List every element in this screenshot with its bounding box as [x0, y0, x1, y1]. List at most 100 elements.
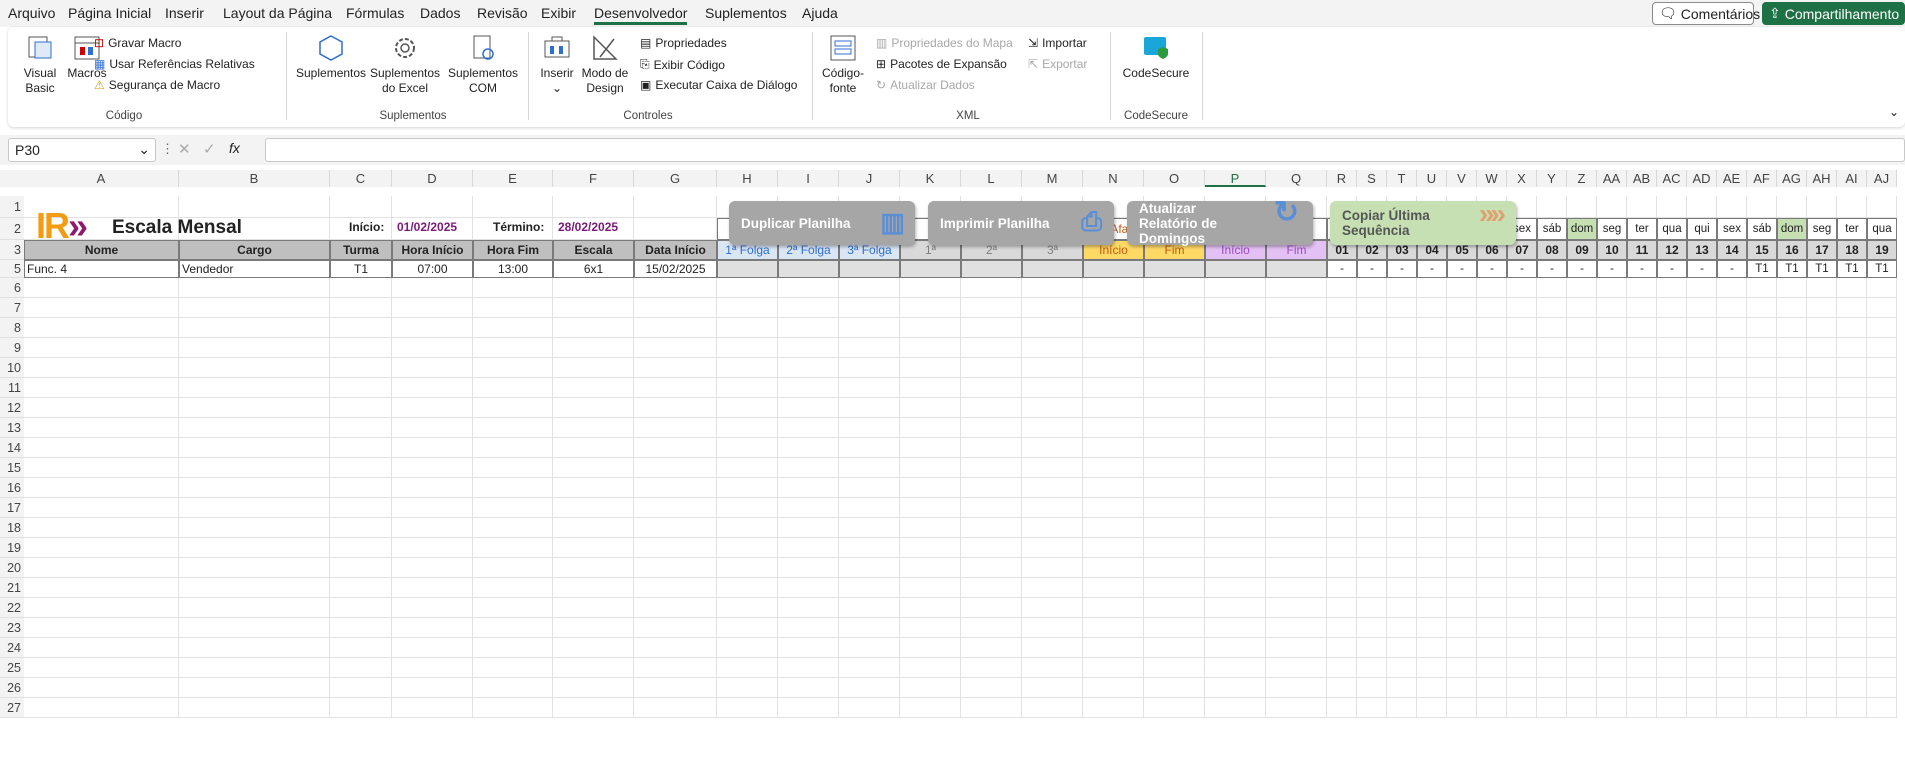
- grid-cell[interactable]: [1537, 318, 1567, 338]
- grid-cell[interactable]: [1387, 698, 1417, 718]
- grid-cell[interactable]: [1567, 638, 1597, 658]
- grid-cell[interactable]: [1657, 318, 1687, 338]
- grid-cell[interactable]: [330, 378, 392, 398]
- grid-cell[interactable]: [1777, 196, 1807, 218]
- day-value-cell[interactable]: -: [1597, 260, 1627, 278]
- grid-cell[interactable]: [1387, 498, 1417, 518]
- pacotes-expansao-button[interactable]: ⊞ Pacotes de Expansão: [876, 57, 1007, 71]
- grid-cell[interactable]: [1083, 318, 1144, 338]
- grid-cell[interactable]: [1507, 438, 1537, 458]
- column-header[interactable]: B: [179, 170, 330, 187]
- grid-cell[interactable]: [1807, 358, 1837, 378]
- grid-cell[interactable]: [1747, 598, 1777, 618]
- grid-cell[interactable]: [839, 578, 900, 598]
- grid-cell[interactable]: [330, 598, 392, 618]
- grid-cell[interactable]: [473, 618, 553, 638]
- grid-cell[interactable]: [1657, 578, 1687, 598]
- grid-cell[interactable]: [1867, 538, 1897, 558]
- grid-cell[interactable]: [24, 698, 179, 718]
- column-header[interactable]: AE: [1717, 170, 1747, 187]
- grid-cell[interactable]: [717, 478, 778, 498]
- grid-cell[interactable]: [717, 558, 778, 578]
- grid-cell[interactable]: [1537, 398, 1567, 418]
- copiar-sequencia-button[interactable]: Copiar Última Sequência»»: [1330, 200, 1516, 245]
- grid-cell[interactable]: [1447, 538, 1477, 558]
- grid-cell[interactable]: [1807, 598, 1837, 618]
- grid-cell[interactable]: [839, 418, 900, 438]
- grid-cell[interactable]: [1537, 298, 1567, 318]
- day-number-cell[interactable]: 18: [1837, 240, 1867, 260]
- grid-cell[interactable]: [1717, 498, 1747, 518]
- exportar-button[interactable]: ⇱ Exportar: [1028, 57, 1087, 71]
- grid-cell[interactable]: [1597, 538, 1627, 558]
- column-header[interactable]: H: [717, 170, 778, 187]
- weekday-cell[interactable]: seg: [1597, 218, 1627, 240]
- grid-cell[interactable]: [1507, 458, 1537, 478]
- grid-cell[interactable]: [1477, 298, 1507, 318]
- grid-cell[interactable]: [717, 398, 778, 418]
- grid-cell[interactable]: [1266, 278, 1327, 298]
- grid-cell[interactable]: [392, 378, 473, 398]
- row-header[interactable]: 25: [0, 658, 24, 678]
- weekday-cell[interactable]: ter: [1837, 218, 1867, 240]
- grid-cell[interactable]: [1507, 598, 1537, 618]
- grid-cell[interactable]: [1777, 318, 1807, 338]
- grid-cell[interactable]: [1357, 418, 1387, 438]
- grid-cell[interactable]: [1717, 638, 1747, 658]
- day-number-cell[interactable]: 14: [1717, 240, 1747, 260]
- grid-cell[interactable]: [1627, 438, 1657, 458]
- grid-cell[interactable]: [1357, 558, 1387, 578]
- grid-cell[interactable]: [1837, 318, 1867, 338]
- grid-cell[interactable]: [717, 598, 778, 618]
- grid-cell[interactable]: [1627, 318, 1657, 338]
- grid-cell[interactable]: [1867, 478, 1897, 498]
- grid-cell[interactable]: [1657, 698, 1687, 718]
- grid-cell[interactable]: [553, 698, 634, 718]
- row-header[interactable]: 15: [0, 458, 24, 478]
- grid-cell[interactable]: [1597, 598, 1627, 618]
- grid-cell[interactable]: [1567, 196, 1597, 218]
- grid-cell[interactable]: [1747, 698, 1777, 718]
- grid-cell[interactable]: [1777, 598, 1807, 618]
- grid-cell[interactable]: [1083, 398, 1144, 418]
- grid-cell[interactable]: [179, 518, 330, 538]
- grid-cell[interactable]: [179, 358, 330, 378]
- grid-cell[interactable]: [778, 578, 839, 598]
- grid-cell[interactable]: [1537, 358, 1567, 378]
- grid-cell[interactable]: [1837, 278, 1867, 298]
- grid-cell[interactable]: [634, 358, 717, 378]
- grid-cell[interactable]: [961, 318, 1022, 338]
- tab-pagina-inicial[interactable]: Página Inicial: [68, 5, 151, 21]
- input-cell[interactable]: [1022, 260, 1083, 278]
- day-value-cell[interactable]: -: [1327, 260, 1357, 278]
- grid-cell[interactable]: [1837, 358, 1867, 378]
- grid-cell[interactable]: [1747, 458, 1777, 478]
- grid-cell[interactable]: [961, 498, 1022, 518]
- grid-cell[interactable]: [553, 638, 634, 658]
- grid-cell[interactable]: [1657, 498, 1687, 518]
- grid-cell[interactable]: [1387, 398, 1417, 418]
- suplementos-button[interactable]: Suplementos: [296, 33, 366, 81]
- grid-cell[interactable]: [1477, 278, 1507, 298]
- grid-cell[interactable]: [1747, 298, 1777, 318]
- row-header[interactable]: 22: [0, 598, 24, 618]
- grid-cell[interactable]: [473, 538, 553, 558]
- grid-cell[interactable]: [1717, 698, 1747, 718]
- grid-cell[interactable]: [1022, 598, 1083, 618]
- column-header[interactable]: V: [1447, 170, 1477, 187]
- grid-cell[interactable]: [1387, 278, 1417, 298]
- grid-cell[interactable]: [553, 298, 634, 318]
- grid-cell[interactable]: [1807, 538, 1837, 558]
- grid-cell[interactable]: [1747, 498, 1777, 518]
- grid-cell[interactable]: [1266, 318, 1327, 338]
- grid-cell[interactable]: [1327, 398, 1357, 418]
- grid-cell[interactable]: [778, 338, 839, 358]
- grid-cell[interactable]: [961, 458, 1022, 478]
- grid-cell[interactable]: [1205, 578, 1266, 598]
- grid-cell[interactable]: [1507, 338, 1537, 358]
- grid-cell[interactable]: [1022, 358, 1083, 378]
- grid-cell[interactable]: [1807, 698, 1837, 718]
- grid-cell[interactable]: [1417, 558, 1447, 578]
- day-value-cell[interactable]: -: [1627, 260, 1657, 278]
- grid-cell[interactable]: [553, 398, 634, 418]
